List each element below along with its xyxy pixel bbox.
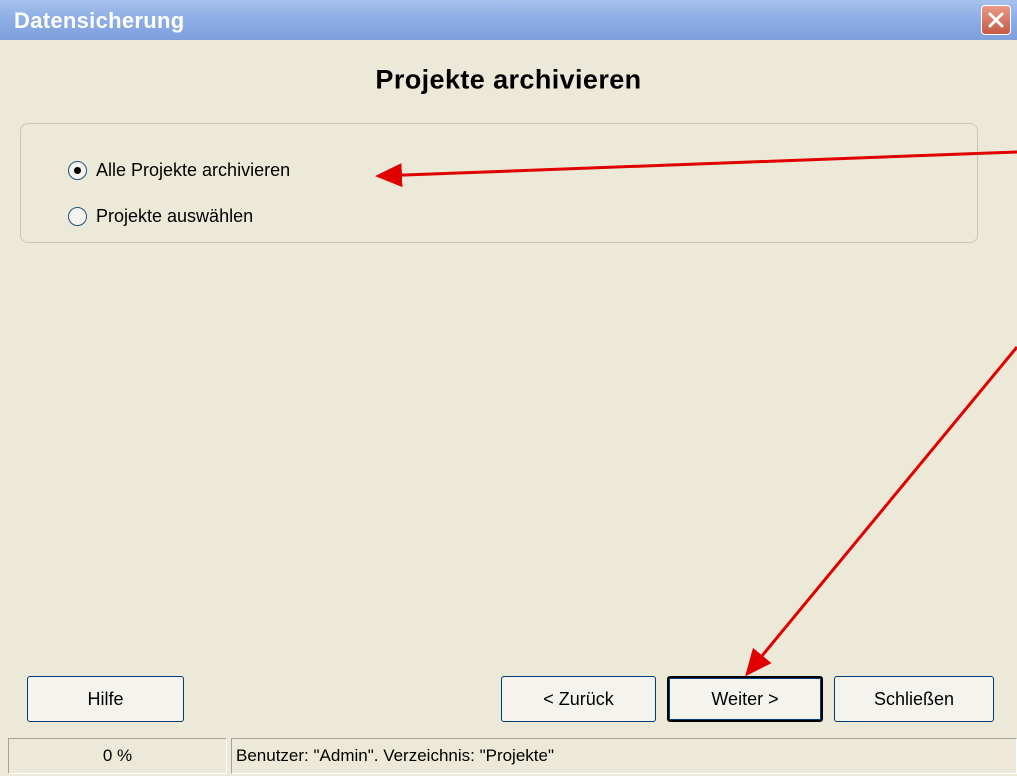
next-button[interactable]: Weiter > — [667, 676, 823, 722]
close-window-button[interactable] — [981, 5, 1011, 35]
radio-label-archive-all: Alle Projekte archivieren — [96, 159, 291, 180]
radio-dot — [74, 166, 81, 174]
back-button[interactable]: < Zurück — [501, 676, 656, 722]
radio-select-projects[interactable]: Projekte auswählen — [68, 201, 253, 231]
radio-button-selected[interactable] — [68, 160, 87, 180]
progress-pane: 0 % — [8, 738, 227, 774]
title-bar[interactable]: Datensicherung — [0, 0, 1017, 40]
page-heading: Projekte archivieren — [375, 64, 642, 95]
radio-label-select-projects: Projekte auswählen — [96, 205, 254, 226]
radio-archive-all[interactable]: Alle Projekte archivieren — [68, 155, 290, 185]
close-button[interactable]: Schließen — [834, 676, 994, 722]
radio-button[interactable] — [68, 206, 87, 226]
status-bar: 0 % Benutzer: "Admin". Verzeichnis: "Pro… — [0, 738, 1017, 776]
dialog-window: Datensicherung Projekte archivieren Alle… — [0, 0, 1017, 776]
annotation-arrows — [375, 150, 1017, 677]
window-title: Datensicherung — [14, 8, 185, 33]
help-button[interactable]: Hilfe — [27, 676, 184, 722]
annotation-arrow-to-next — [745, 346, 1017, 677]
status-info-pane: Benutzer: "Admin". Verzeichnis: "Projekt… — [231, 738, 1017, 774]
